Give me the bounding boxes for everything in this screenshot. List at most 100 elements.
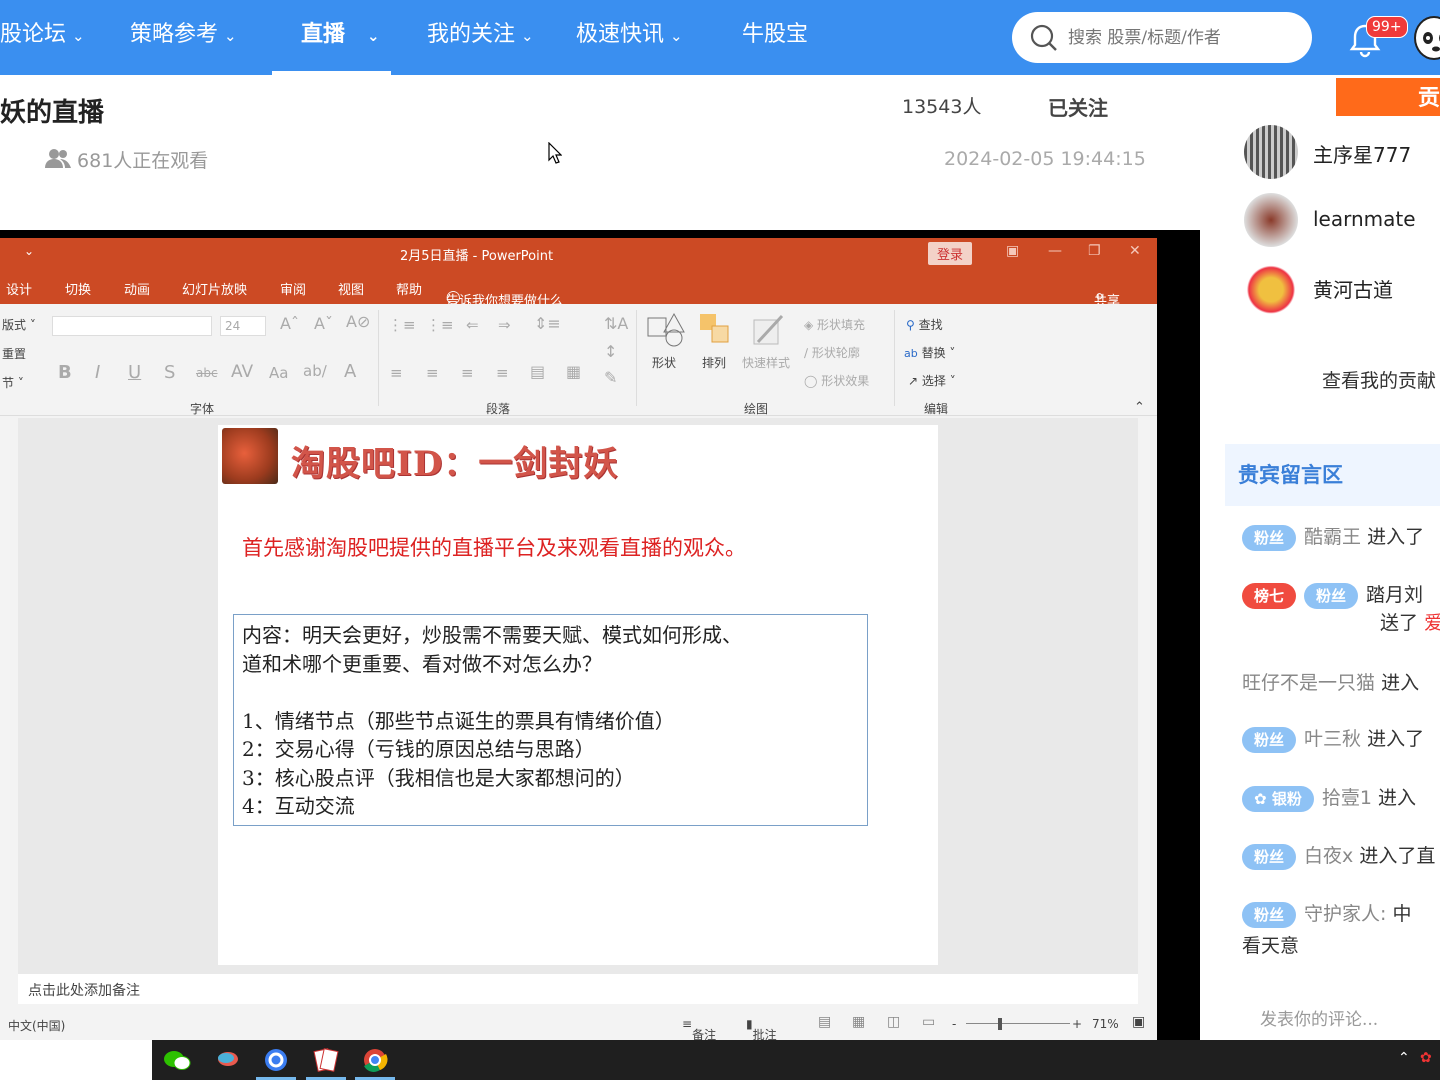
collapse-ribbon-icon[interactable]: ⌃ [1134, 400, 1145, 415]
nav-item-flash-news[interactable]: 极速快讯 ⌄ [576, 0, 683, 75]
replace-button[interactable]: ab 替换 ˅ [904, 344, 955, 361]
tray-app-icon[interactable]: ✿ [1420, 1050, 1432, 1066]
decrease-indent-icon[interactable]: ⇐ [466, 316, 479, 334]
zoom-slider[interactable] [966, 1023, 1070, 1024]
comments-toggle[interactable]: ▮ 批注 [746, 1017, 777, 1042]
font-grow-icon[interactable]: Aˆ [280, 314, 299, 333]
text-direction-icon[interactable]: ⇅A [604, 314, 628, 333]
message-user[interactable]: 叶三秋 [1304, 728, 1361, 750]
numbering-icon[interactable]: ⋮≡ [426, 316, 454, 334]
message-user[interactable]: 白夜x [1304, 845, 1353, 867]
align-center-icon[interactable]: ≡ [426, 364, 439, 382]
search-input[interactable] [1068, 24, 1298, 52]
slide-vertical-scrollbar[interactable] [1138, 418, 1156, 974]
quick-style-icon[interactable] [750, 312, 786, 348]
nav-item-forum[interactable]: 股论坛 ⌄ [0, 0, 85, 75]
smartart-icon[interactable]: ▦ [566, 362, 581, 381]
font-color-icon[interactable]: A [344, 361, 356, 382]
nav-item-niugubao[interactable]: 牛股宝 [742, 0, 808, 75]
font-size-select[interactable]: 24 [220, 316, 266, 336]
close-icon[interactable]: ✕ [1129, 243, 1141, 259]
line-spacing-icon[interactable]: ⇕≡ [534, 314, 561, 333]
user-avatar[interactable] [1414, 16, 1440, 60]
panda-avatar-icon [1423, 32, 1440, 52]
nav-item-live[interactable]: 直播 ⌄ [272, 0, 391, 75]
app-icon[interactable] [208, 1044, 248, 1080]
zoom-out-icon[interactable]: - [952, 1017, 956, 1031]
login-button[interactable]: 登录 [928, 242, 973, 265]
font-shrink-icon[interactable]: Aˇ [314, 314, 333, 333]
shadow-icon[interactable]: S [164, 362, 175, 383]
wechat-icon[interactable] [158, 1044, 198, 1080]
minimize-icon[interactable]: — [1048, 243, 1062, 259]
align-left-icon[interactable]: ≡ [390, 364, 403, 382]
browser-c-icon[interactable] [256, 1044, 296, 1080]
follow-button[interactable]: 已关注 [1048, 92, 1108, 121]
increase-indent-icon[interactable]: ⇒ [498, 316, 511, 334]
zoom-in-icon[interactable]: + [1072, 1017, 1082, 1031]
align-right-icon[interactable]: ≡ [461, 364, 474, 382]
slideshow-view-icon[interactable]: ▭ [922, 1014, 935, 1030]
shape-fill-button[interactable]: ◈ 形状填充 [804, 316, 865, 333]
menu-design[interactable]: 设计 [6, 279, 32, 298]
bullets-icon[interactable]: ⋮≡ [388, 316, 416, 334]
justify-icon[interactable]: ≡ [496, 364, 509, 382]
highlight-icon[interactable]: ab∕ [303, 362, 327, 380]
nav-item-strategy[interactable]: 策略参考 ⌄ [130, 0, 237, 75]
guest-title: 贵宾留言区 [1238, 463, 1343, 487]
language-status[interactable]: 中文(中国) [8, 1017, 65, 1034]
menu-slideshow[interactable]: 幻灯片放映 [182, 279, 247, 298]
reading-view-icon[interactable]: ◫ [887, 1014, 900, 1030]
zoom-level[interactable]: 71% [1092, 1017, 1119, 1031]
quick-access-icon[interactable]: ⌄ [24, 244, 34, 258]
ribbon-display-icon[interactable]: ▣ [1006, 243, 1019, 259]
notes-pane[interactable]: 点击此处添加备注 [18, 974, 1138, 1004]
message-user[interactable]: 拾壹1 [1322, 787, 1372, 809]
menu-help[interactable]: 帮助 [396, 279, 422, 298]
taskbar-search-area[interactable] [0, 1040, 152, 1080]
comment-input[interactable]: 发表你的评论... [1260, 1005, 1378, 1030]
shape-effect-button[interactable]: ◯ 形状效果 [804, 372, 869, 389]
zoom-slider-thumb[interactable] [998, 1018, 1002, 1030]
underline-icon[interactable]: U [128, 362, 141, 383]
slide-content-textbox[interactable]: 内容：明天会更好，炒股需不需要天赋、模式如何形成、 道和术哪个更重要、看对做不对… [233, 614, 868, 826]
menu-animations[interactable]: 动画 [124, 279, 150, 298]
italic-icon[interactable]: I [95, 362, 100, 383]
layout-button[interactable]: 版式 ˅ [2, 316, 36, 333]
notes-toggle[interactable]: ≡ 备注 [682, 1017, 716, 1042]
message-user[interactable]: 旺仔不是一只猫 [1242, 672, 1375, 694]
tray-up-icon[interactable]: ⌃ [1398, 1050, 1410, 1066]
strikethrough-icon[interactable]: abc [196, 366, 218, 380]
message-user[interactable]: 守护家人: [1304, 903, 1386, 925]
ppt-title-bar: ⌄ 2月5日直播 - PowerPoint 登录 ▣ — ❐ ✕ [0, 238, 1157, 268]
change-case-icon[interactable]: Aa [269, 364, 288, 382]
nav-item-my-follow[interactable]: 我的关注 ⌄ [427, 0, 534, 75]
align-text-icon[interactable]: ↕ [604, 342, 617, 361]
message-user[interactable]: 酷霸王 [1304, 526, 1361, 548]
card-game-icon[interactable] [306, 1044, 346, 1080]
menu-view[interactable]: 视图 [338, 279, 364, 298]
clear-format-icon[interactable]: A⊘ [346, 312, 370, 331]
bold-icon[interactable]: B [58, 362, 72, 383]
font-name-select[interactable] [52, 316, 212, 336]
reset-button[interactable]: 重置 [2, 345, 26, 362]
arrange-icon[interactable] [698, 312, 734, 348]
chrome-icon[interactable] [355, 1044, 395, 1080]
slide-sorter-icon[interactable]: ▦ [852, 1014, 865, 1030]
fit-slide-icon[interactable]: ▣ [1132, 1014, 1145, 1030]
section-button[interactable]: 节 ˅ [2, 374, 24, 391]
shape-outline-button[interactable]: ∕ 形状轮廓 [804, 344, 860, 361]
normal-view-icon[interactable]: ▤ [818, 1014, 831, 1030]
search-box[interactable] [1012, 12, 1312, 63]
shapes-icon[interactable] [646, 312, 686, 348]
message-user[interactable]: 踏月刘 [1366, 584, 1423, 606]
select-button[interactable]: ↗ 选择 ˅ [908, 372, 956, 389]
menu-transitions[interactable]: 切换 [65, 279, 91, 298]
convert-smartart-icon[interactable]: ✎ [604, 368, 617, 387]
menu-review[interactable]: 审阅 [280, 279, 306, 298]
find-button[interactable]: ⚲ 查找 [906, 316, 943, 333]
char-spacing-icon[interactable]: AV [231, 362, 253, 382]
columns-icon[interactable]: ▤ [530, 362, 545, 381]
restore-icon[interactable]: ❐ [1088, 243, 1101, 259]
view-my-contribution-link[interactable]: 查看我的贡献 [1322, 366, 1436, 393]
